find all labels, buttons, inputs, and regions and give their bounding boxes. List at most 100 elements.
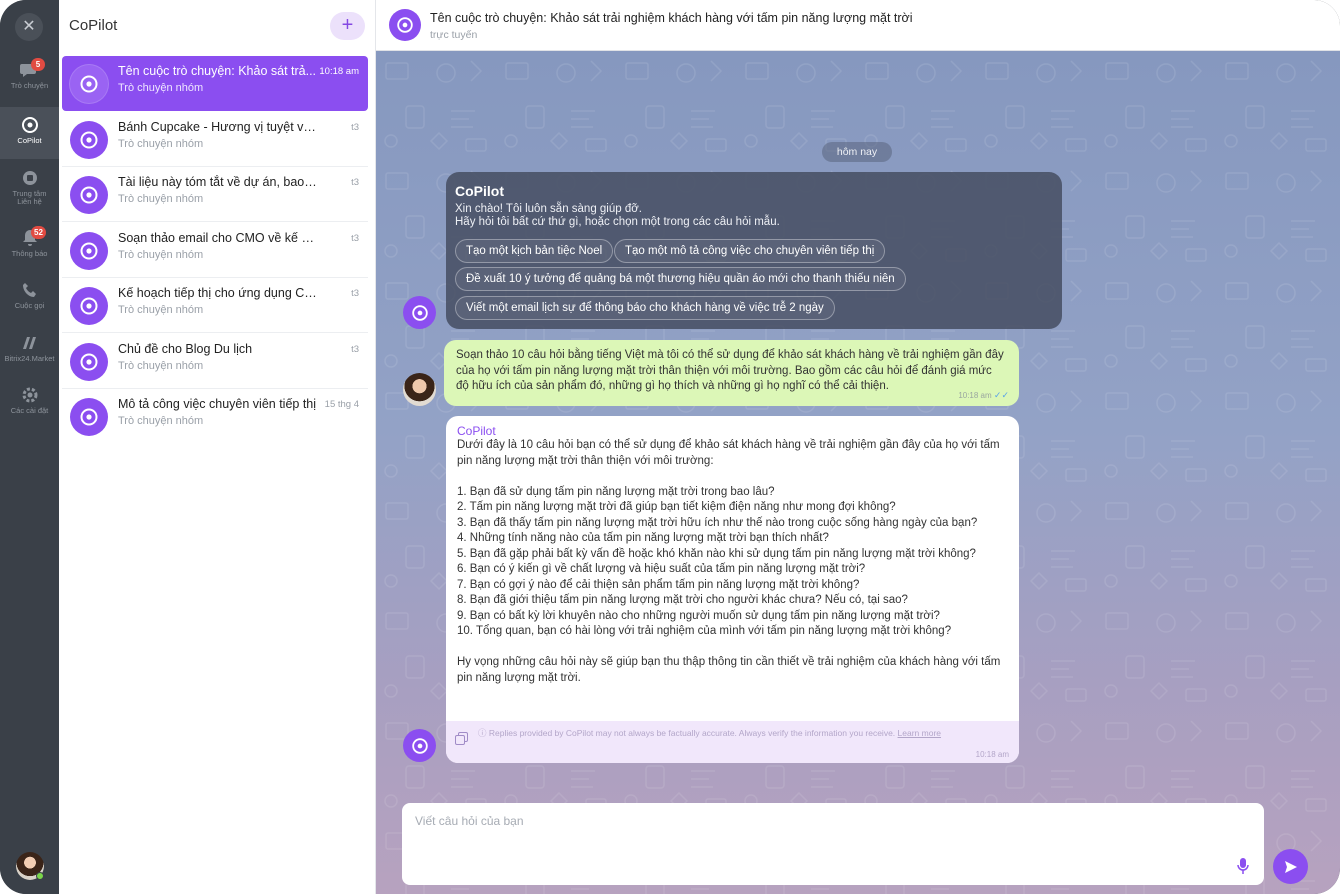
question-item: 7. Bạn có gợi ý nào để cải thiện sản phẩ…: [457, 578, 860, 591]
copy-icon[interactable]: [455, 732, 468, 745]
chat-list-item[interactable]: Bánh Cupcake - Hương vị tuyệt vời cho ..…: [62, 112, 368, 167]
message-footer: ⓘ Replies provided by CoPilot may not al…: [446, 721, 1019, 763]
copilot-icon: [80, 131, 98, 149]
copilot-icon: [80, 186, 98, 204]
new-chat-button[interactable]: +: [330, 12, 365, 40]
message-time: 10:18 am: [975, 750, 1009, 759]
copilot-avatar: [70, 65, 108, 103]
message-composer[interactable]: Viết câu hỏi của bạn: [402, 803, 1264, 885]
close-icon[interactable]: ✕: [15, 13, 43, 41]
chat-subtitle: Trò chuyện nhóm: [118, 82, 204, 94]
copilot-avatar: [70, 287, 108, 325]
prompt-chip[interactable]: Viết một email lịch sự để thông báo cho …: [455, 296, 835, 320]
message-sender: CoPilot: [457, 424, 496, 438]
chat-list-item[interactable]: Tên cuộc trò chuyện: Khảo sát trả... 10:…: [62, 56, 368, 111]
chat-list-item[interactable]: Mô tả công việc chuyên viên tiếp thị 15 …: [62, 389, 368, 444]
question-item: 6. Bạn có ý kiến gì về chất lượng và hiệ…: [457, 563, 866, 575]
chat-time: t3: [351, 177, 359, 188]
online-status-dot: [36, 872, 44, 880]
copilot-icon: [411, 304, 428, 321]
chat-list-item[interactable]: Soạn thảo email cho CMO về kế hoạch ... …: [62, 223, 368, 278]
chat-title: Mô tả công việc chuyên viên tiếp thị: [118, 397, 317, 411]
chat-list-title: CoPilot: [69, 17, 118, 34]
chat-time: t3: [351, 288, 359, 299]
date-divider: hôm nay: [822, 142, 892, 162]
question-item: 9. Bạn có bất kỳ lời khuyên nào cho nhữn…: [457, 609, 940, 622]
chat-time: t3: [351, 233, 359, 244]
copilot-icon: [80, 297, 98, 315]
rail-item-contact-center[interactable]: Trung tâm Liên hệ: [0, 160, 59, 212]
chat-list-item[interactable]: Kế hoạch tiếp thị cho ứng dụng CRM vớ...…: [62, 278, 368, 333]
copilot-icon: [80, 242, 98, 260]
question-item: 3. Bạn đã thấy tấm pin năng lượng mặt tr…: [457, 516, 978, 529]
copilot-avatar: [403, 729, 436, 762]
user-message: Soạn thảo 10 câu hỏi bằng tiếng Việt mà …: [444, 340, 1019, 406]
rail-label-settings: Các cài đặt: [10, 406, 49, 415]
microphone-icon[interactable]: [1236, 857, 1250, 875]
message-meta: 10:18 am ✓✓: [958, 390, 1009, 401]
conversation-status: trực tuyến: [430, 29, 478, 41]
conversation-title[interactable]: Tên cuộc trò chuyện: Khảo sát trải nghiệ…: [430, 11, 913, 25]
rail-label-contact-center: Trung tâm Liên hệ: [12, 189, 47, 206]
welcome-sender: CoPilot: [455, 183, 504, 199]
copilot-message: CoPilot Dưới đây là 10 câu hỏi bạn có th…: [446, 416, 1019, 763]
ai-disclaimer: ⓘ Replies provided by CoPilot may not al…: [478, 728, 1010, 738]
question-item: 10. Tổng quan, bạn có hài lòng với trải …: [457, 625, 952, 637]
left-rail: ✕ 5 Trò chuyện CoPilot Trung tâm Liên hệ…: [0, 0, 59, 894]
notification-badge: 52: [31, 226, 46, 239]
rail-label-chats: Trò chuyện: [10, 81, 49, 90]
rail-label-market: Bitrix24.Market: [4, 354, 55, 363]
chat-subtitle: Trò chuyện nhóm: [118, 138, 204, 150]
chat-subtitle: Trò chuyện nhóm: [118, 304, 204, 316]
rail-item-chats[interactable]: 5 Trò chuyện: [0, 52, 59, 104]
rail-item-settings[interactable]: Các cài đặt: [0, 377, 59, 429]
copilot-avatar: [70, 176, 108, 214]
welcome-greeting: Xin chào! Tôi luôn sẵn sàng giúp đỡ.: [455, 203, 642, 215]
rail-item-market[interactable]: Bitrix24.Market: [0, 325, 59, 377]
copilot-avatar: [70, 398, 108, 436]
copilot-icon: [80, 75, 98, 93]
copilot-icon: [80, 353, 98, 371]
chat-list-panel: CoPilot + Tên cuộc trò chuyện: Khảo sát …: [59, 0, 376, 894]
welcome-instruction: Hãy hỏi tôi bất cứ thứ gì, hoặc chọn một…: [455, 216, 780, 228]
chat-list-header: CoPilot +: [59, 0, 375, 52]
user-message-text: Soạn thảo 10 câu hỏi bằng tiếng Việt mà …: [456, 349, 1004, 392]
copilot-icon: [80, 408, 98, 426]
prompt-chip[interactable]: Tạo một kịch bản tiệc Noel: [455, 239, 614, 263]
rail-item-calls[interactable]: Cuộc gọi: [0, 272, 59, 324]
chat-subtitle: Trò chuyện nhóm: [118, 193, 204, 205]
app-window: ✕ 5 Trò chuyện CoPilot Trung tâm Liên hệ…: [0, 0, 1340, 894]
copilot-icon: [411, 737, 428, 754]
send-button[interactable]: [1273, 849, 1308, 884]
copilot-avatar: [403, 296, 436, 329]
question-item: 1. Bạn đã sử dụng tấm pin năng lượng mặt…: [457, 485, 775, 498]
question-item: 2. Tấm pin năng lượng mặt trời đã giúp b…: [457, 501, 896, 513]
message-closing: Hy vọng những câu hỏi này sẽ giúp bạn th…: [457, 656, 1001, 684]
user-avatar: [403, 373, 436, 406]
copilot-avatar: [70, 232, 108, 270]
chat-title: Chủ đề cho Blog Du lịch: [118, 342, 253, 356]
rail-label-copilot: CoPilot: [17, 136, 42, 145]
chat-subtitle: Trò chuyện nhóm: [118, 360, 204, 372]
copilot-avatar: [70, 343, 108, 381]
rail-item-notifications[interactable]: 52 Thông báo: [0, 220, 59, 272]
chat-title: Kế hoạch tiếp thị cho ứng dụng CRM vớ...: [118, 286, 318, 300]
copilot-icon: [21, 117, 38, 133]
conversation-panel: Tên cuộc trò chuyện: Khảo sát trải nghiệ…: [376, 0, 1340, 894]
market-icon: [22, 337, 36, 349]
learn-more-link[interactable]: Learn more: [898, 728, 941, 738]
copilot-avatar[interactable]: [389, 9, 421, 41]
welcome-message: CoPilot Xin chào! Tôi luôn sẵn sàng giúp…: [446, 172, 1062, 329]
chat-list-item[interactable]: Tài liệu này tóm tắt về dự án, bao gồm .…: [62, 167, 368, 222]
chat-time: t3: [351, 344, 359, 355]
chat-title: Bánh Cupcake - Hương vị tuyệt vời cho ..…: [118, 120, 318, 134]
prompt-chip[interactable]: Đề xuất 10 ý tưởng để quảng bá một thươn…: [455, 267, 906, 291]
chat-title: Tài liệu này tóm tắt về dự án, bao gồm .…: [118, 175, 318, 189]
copilot-icon: [397, 17, 413, 33]
chat-list-item[interactable]: Chủ đề cho Blog Du lịch t3 Trò chuyện nh…: [62, 334, 368, 389]
prompt-chip[interactable]: Tạo một mô tả công việc cho chuyên viên …: [614, 239, 886, 263]
chat-time: 10:18 am: [319, 66, 359, 77]
rail-item-copilot[interactable]: CoPilot: [0, 107, 59, 159]
chat-time: t3: [351, 122, 359, 133]
gear-icon: [22, 387, 37, 403]
